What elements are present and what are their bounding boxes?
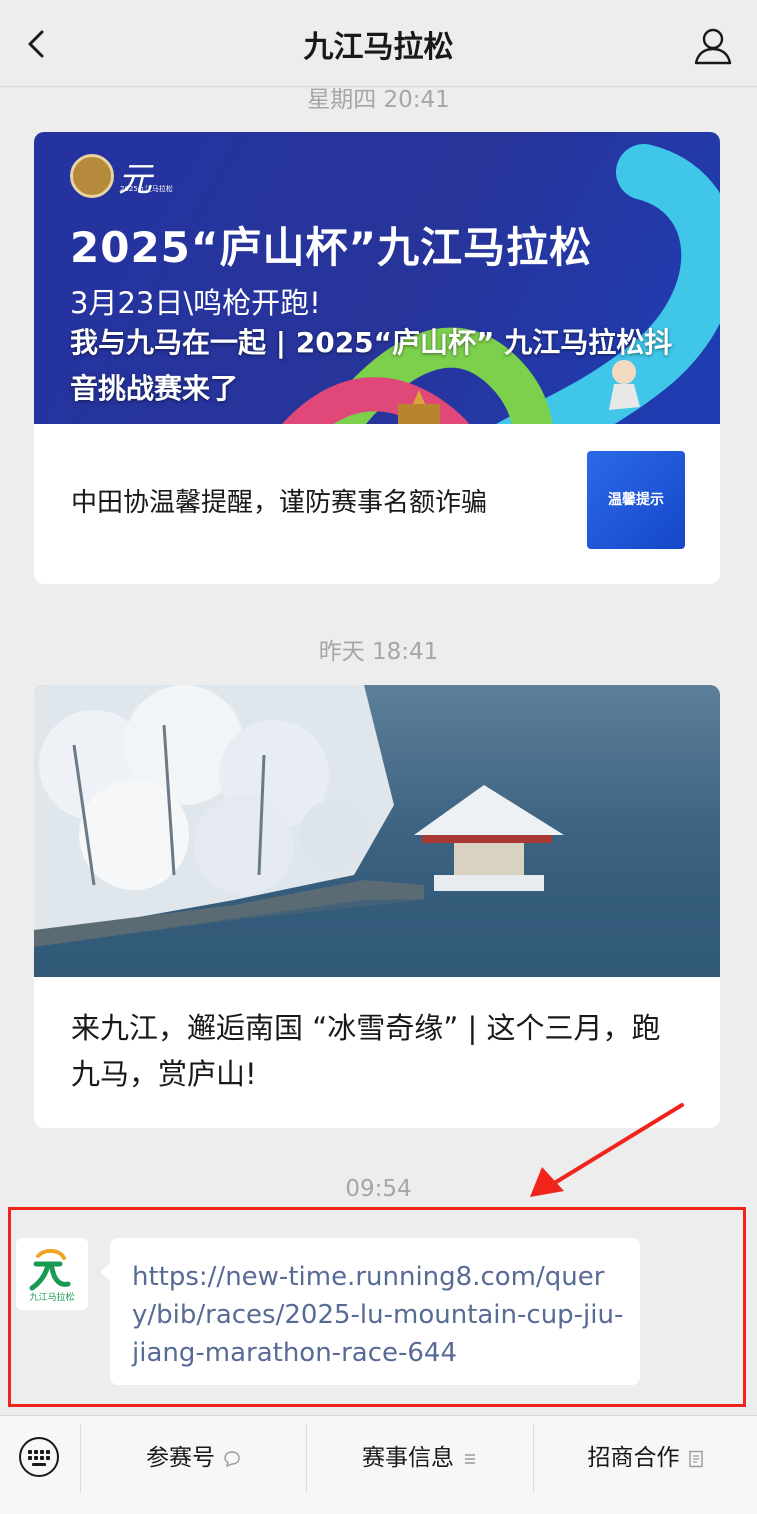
article-card[interactable]: 元 2025九江马拉松 2025“庐山杯”九江马拉松 3月23日\鸣枪开跑! 我… (34, 132, 720, 584)
person-icon[interactable] (691, 24, 735, 68)
menu-item-bib-number[interactable]: 参赛号 (81, 1416, 306, 1500)
article-cover[interactable] (34, 685, 720, 977)
cover-date: 3月23日\鸣枪开跑! (70, 286, 321, 320)
timestamp: 昨天 18:41 (318, 639, 439, 665)
article-headline: 我与九马在一起 | 2025“庐山杯” 九江马拉松抖音挑战赛来了 (70, 326, 673, 405)
chat-bubble-icon (224, 1450, 240, 1467)
menu-lines-icon (465, 1453, 475, 1464)
annotation-highlight-box (8, 1207, 746, 1407)
bottom-menu-bar: 参赛号 赛事信息 招商合作 (0, 1415, 757, 1514)
article-title: 来九江，邂逅南国 “冰雪奇缘” | 这个三月，跑九马，赏庐山! (71, 1011, 661, 1091)
menu-item-label: 参赛号 (146, 1445, 215, 1471)
logo-badge (70, 154, 114, 198)
menu-item-label: 招商合作 (587, 1445, 680, 1471)
timestamp: 星期四 20:41 (307, 87, 450, 113)
menu-item-race-info[interactable]: 赛事信息 (307, 1416, 533, 1500)
timestamp: 09:54 (345, 1176, 412, 1202)
document-icon (688, 1450, 703, 1467)
page-title: 九江马拉松 (303, 30, 454, 65)
logo-text: 2025九江马拉松 (120, 185, 173, 193)
article-card[interactable]: 来九江，邂逅南国 “冰雪奇缘” | 这个三月，跑九马，赏庐山! (34, 685, 720, 1128)
sub-article-thumbnail: 温馨提示 (587, 451, 685, 549)
menu-item-sponsorship[interactable]: 招商合作 (534, 1416, 757, 1500)
article-cover[interactable]: 元 2025九江马拉松 2025“庐山杯”九江马拉松 3月23日\鸣枪开跑! 我… (34, 132, 720, 424)
sub-article-title: 中田协温馨提醒，谨防赛事名额诈骗 (71, 488, 488, 518)
nav-bar: 九江马拉松 (0, 0, 757, 87)
keyboard-icon[interactable] (18, 1436, 60, 1478)
sub-article-item[interactable]: 中田协温馨提醒，谨防赛事名额诈骗 温馨提示 (34, 424, 720, 584)
menu-item-label: 赛事信息 (362, 1445, 454, 1471)
cover-title: 2025“庐山杯”九江马拉松 (70, 223, 593, 272)
